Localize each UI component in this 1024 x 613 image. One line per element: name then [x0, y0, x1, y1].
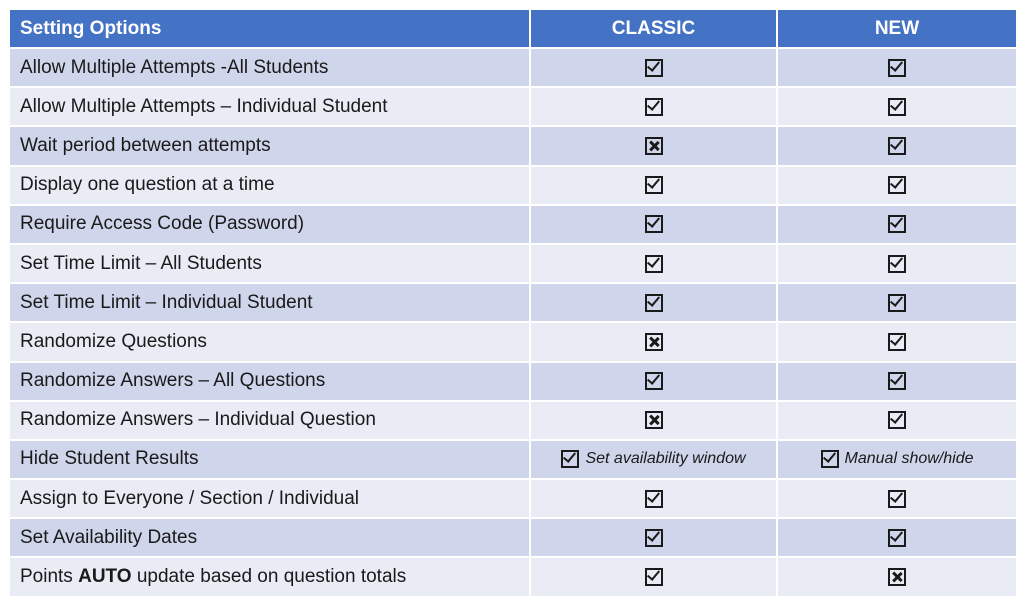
checked-box-icon — [820, 450, 839, 469]
setting-label: Set Time Limit – All Students — [8, 242, 531, 285]
checked-box-icon — [561, 450, 580, 469]
header-classic: CLASSIC — [529, 8, 778, 49]
new-cell — [776, 164, 1018, 206]
setting-label: Allow Multiple Attempts -All Students — [8, 46, 531, 89]
checked-box-icon — [644, 215, 663, 234]
classic-cell — [529, 46, 778, 89]
checked-box-icon — [644, 254, 663, 273]
checked-box-icon — [888, 176, 906, 195]
label-bold-text: AUTO — [78, 566, 132, 588]
setting-label: Set Time Limit – Individual Student — [8, 282, 531, 324]
setting-label: Allow Multiple Attempts – Individual Stu… — [8, 86, 531, 128]
classic-cell — [529, 321, 778, 363]
classic-cell — [529, 125, 778, 167]
table-row: Allow Multiple Attempts -All Students — [8, 46, 1018, 89]
classic-cell — [529, 203, 778, 245]
table-row: Assign to Everyone / Section / Individua… — [8, 478, 1018, 520]
setting-label: Assign to Everyone / Section / Individua… — [8, 478, 531, 520]
new-note: Manual show/hide — [844, 450, 974, 468]
classic-cell — [529, 478, 778, 520]
new-cell — [776, 203, 1018, 245]
table-row: Allow Multiple Attempts – Individual Stu… — [8, 86, 1018, 128]
checked-box-icon — [644, 372, 663, 391]
new-cell — [776, 125, 1018, 167]
classic-cell — [529, 86, 778, 128]
table-row: Randomize Answers – Individual Question — [8, 399, 1018, 441]
classic-cell — [529, 360, 778, 402]
new-cell — [776, 556, 1018, 598]
new-cell — [776, 46, 1018, 89]
setting-label: Randomize Answers – Individual Question — [8, 399, 531, 441]
classic-cell — [529, 399, 778, 441]
checked-box-icon — [888, 215, 906, 234]
checked-box-icon — [644, 528, 663, 547]
setting-label: Randomize Answers – All Questions — [8, 360, 531, 402]
setting-label: Display one question at a time — [8, 164, 531, 206]
new-cell: Manual show/hide — [776, 438, 1018, 481]
new-cell — [776, 478, 1018, 520]
new-cell — [776, 282, 1018, 324]
table-row: Points AUTO update based on question tot… — [8, 556, 1018, 598]
checked-box-icon — [644, 568, 663, 587]
checked-box-icon — [888, 58, 906, 77]
checked-box-icon — [644, 97, 663, 116]
classic-cell — [529, 282, 778, 324]
checked-box-icon — [644, 176, 663, 195]
checked-box-icon — [888, 411, 906, 430]
header-new: NEW — [776, 8, 1018, 49]
table-row: Randomize Answers – All Questions — [8, 360, 1018, 402]
new-cell — [776, 86, 1018, 128]
classic-cell — [529, 164, 778, 206]
checked-box-icon — [644, 58, 663, 77]
crossed-box-icon — [644, 411, 663, 430]
checked-box-icon — [888, 254, 906, 273]
table-row: Set Time Limit – All Students — [8, 242, 1018, 285]
checked-box-icon — [888, 528, 906, 547]
setting-label: Require Access Code (Password) — [8, 203, 531, 245]
header-setting-options: Setting Options — [8, 8, 531, 49]
checked-box-icon — [644, 489, 663, 508]
label-text: update based on question totals — [131, 566, 407, 588]
classic-cell: Set availability window — [529, 438, 778, 481]
classic-cell — [529, 242, 778, 285]
settings-comparison-table: Setting Options CLASSIC NEW Allow Multip… — [8, 8, 1018, 598]
table-row: Require Access Code (Password) — [8, 203, 1018, 245]
checked-box-icon — [644, 293, 663, 312]
new-cell — [776, 517, 1018, 559]
classic-note: Set availability window — [585, 450, 746, 468]
checked-box-icon — [888, 136, 906, 155]
setting-label: Randomize Questions — [8, 321, 531, 363]
new-cell — [776, 321, 1018, 363]
new-cell — [776, 360, 1018, 402]
table-row: Set Time Limit – Individual Student — [8, 282, 1018, 324]
checked-box-icon — [888, 293, 906, 312]
crossed-box-icon — [644, 332, 663, 351]
classic-cell — [529, 517, 778, 559]
table-row: Randomize Questions — [8, 321, 1018, 363]
table-row: Hide Student Results Set availability win… — [8, 438, 1018, 481]
new-cell — [776, 242, 1018, 285]
crossed-box-icon — [888, 568, 906, 587]
table-body: Allow Multiple Attempts -All Students All… — [8, 46, 1018, 598]
setting-label: Hide Student Results — [8, 438, 531, 481]
crossed-box-icon — [644, 136, 663, 155]
label-text: Points — [20, 566, 79, 588]
checked-box-icon — [888, 332, 906, 351]
new-cell — [776, 399, 1018, 441]
setting-label: Wait period between attempts — [8, 125, 531, 167]
table-row: Display one question at a time — [8, 164, 1018, 206]
table-row: Wait period between attempts — [8, 125, 1018, 167]
checked-box-icon — [888, 372, 906, 391]
setting-label: Points AUTO update based on question tot… — [8, 556, 531, 598]
setting-label: Set Availability Dates — [8, 517, 531, 559]
header-row: Setting Options CLASSIC NEW — [8, 8, 1018, 49]
checked-box-icon — [888, 97, 906, 116]
table-row: Set Availability Dates — [8, 517, 1018, 559]
classic-cell — [529, 556, 778, 598]
checked-box-icon — [888, 489, 906, 508]
